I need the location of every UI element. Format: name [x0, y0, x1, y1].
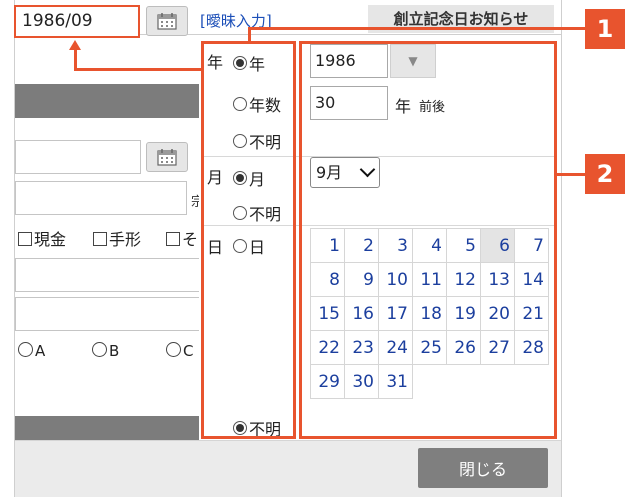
checkbox-label: 手形	[109, 230, 142, 249]
checkbox-label: 現金	[34, 230, 67, 249]
checkbox-box	[93, 232, 107, 246]
text-field[interactable]	[15, 258, 201, 292]
radio-circle	[92, 342, 107, 357]
checkbox-label: そ	[182, 230, 199, 249]
calendar-button[interactable]	[146, 6, 188, 36]
annotation-line	[248, 27, 585, 30]
checkbox-bill[interactable]: 手形	[93, 226, 141, 250]
calendar-icon	[157, 13, 177, 30]
close-button[interactable]: 閉じる	[418, 448, 548, 488]
date-input[interactable]: 1986/09	[14, 5, 140, 38]
radio-circle	[18, 342, 33, 357]
annotation-line	[557, 173, 585, 176]
annotation-box-2	[299, 41, 557, 439]
checkbox-box	[18, 232, 32, 246]
calendar-button-2[interactable]	[146, 142, 188, 172]
checkbox-cash[interactable]: 現金	[18, 226, 66, 250]
annotation-arrow-icon	[69, 40, 81, 50]
checkbox-box	[166, 232, 180, 246]
annotation-line	[74, 48, 77, 71]
annotation-line	[74, 68, 202, 71]
checkbox-other[interactable]: そ	[166, 226, 198, 250]
radio-a[interactable]: A	[18, 342, 45, 360]
radio-label: C	[183, 342, 194, 360]
annotation-badge-2: 2	[585, 154, 625, 194]
text-field[interactable]	[15, 181, 187, 215]
radio-label: A	[35, 342, 46, 360]
radio-label: B	[109, 342, 120, 360]
text-field[interactable]	[15, 297, 201, 331]
section-band	[15, 84, 201, 118]
radio-c[interactable]: C	[166, 342, 193, 360]
text-field[interactable]	[15, 140, 141, 174]
annotation-badge-1: 1	[585, 9, 625, 49]
radio-circle	[166, 342, 181, 357]
radio-b[interactable]: B	[92, 342, 119, 360]
annotation-box-1	[201, 41, 296, 439]
calendar-icon	[157, 149, 177, 166]
annotation-line	[248, 27, 251, 42]
